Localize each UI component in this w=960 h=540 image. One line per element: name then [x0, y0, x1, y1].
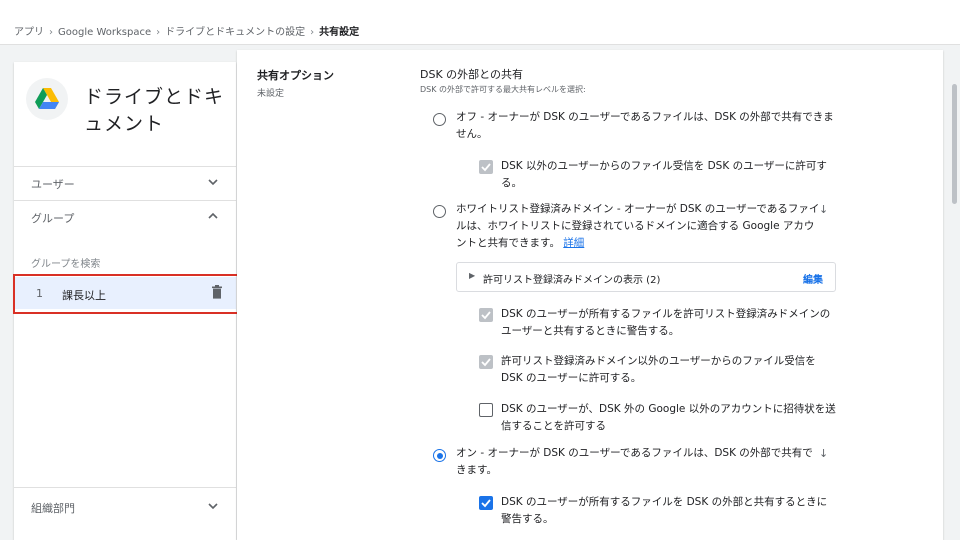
radio-on[interactable]	[433, 449, 446, 462]
group-search-input[interactable]: グループを検索	[31, 255, 100, 270]
top-bar: アプリ › Google Workspace › ドライブとドキュメントの設定 › 共有設定	[0, 0, 960, 45]
section-title: 共有オプション	[257, 69, 334, 82]
breadcrumb-workspace[interactable]: Google Workspace	[58, 27, 151, 38]
suboption-text: DSK のユーザーが所有するファイルを許可リスト登録済みドメインのユーザーと共有…	[501, 308, 831, 337]
radio-off[interactable]	[433, 113, 446, 126]
edit-button[interactable]: 編集	[803, 271, 823, 286]
checkbox-warn-allowlist	[479, 308, 493, 322]
expand-arrow-icon: ▶	[469, 271, 476, 280]
allowlist-label: 許可リスト登録済みドメインの表示 (2)	[483, 275, 661, 286]
check-icon	[481, 163, 491, 172]
checkbox-warn-external[interactable]	[479, 496, 493, 510]
suboption-text: 許可リスト登録済みドメイン以外のユーザーからのファイル受信を DSK のユーザー…	[501, 355, 816, 384]
option-whitelist-text: ホワイトリスト登録済みドメイン - オーナーが DSK のユーザーであるファイル…	[456, 203, 820, 249]
app-title: ドライブとドキュメント	[84, 86, 225, 135]
option-whitelist: ホワイトリスト登録済みドメイン - オーナーが DSK のユーザーであるファイル…	[456, 201, 821, 252]
breadcrumb-separator: ›	[156, 27, 161, 38]
nav-org-units[interactable]: 組織部門	[14, 490, 236, 524]
learn-more-link[interactable]: 詳細	[563, 237, 584, 249]
option-on-text: オン - オーナーが DSK のユーザーであるファイルは、DSK の外部で共有で…	[456, 447, 813, 476]
suboption-text: DSK のユーザーが所有するファイルを DSK の外部と共有するときに警告する。	[501, 496, 828, 525]
drive-logo	[26, 78, 68, 120]
suboption-text: DSK 以外のユーザーからのファイル受信を DSK のユーザーに許可する。	[501, 160, 827, 189]
radio-whitelist[interactable]	[433, 205, 446, 218]
check-icon	[481, 358, 491, 367]
nav-groups-label: グループ	[31, 212, 75, 225]
suboption-text: DSK のユーザーが、DSK 外の Google 以外のアカウントに招待状を送信…	[501, 403, 836, 432]
settings-panel: 共有オプション 未設定 DSK の外部との共有 DSK の外部で許可する最大共有…	[237, 50, 943, 540]
nav-users[interactable]: ユーザー	[14, 166, 236, 200]
breadcrumb-drive-settings[interactable]: ドライブとドキュメントの設定	[165, 27, 305, 38]
breadcrumb-current: 共有設定	[319, 27, 360, 38]
breadcrumb-apps[interactable]: アプリ	[14, 27, 44, 38]
chevron-down-icon	[208, 179, 218, 186]
setting-subtitle: DSK の外部で許可する最大共有レベルを選択:	[420, 85, 586, 94]
divider	[14, 487, 236, 488]
checkbox-invite-nongoogle[interactable]	[479, 403, 493, 417]
nav-org-units-label: 組織部門	[31, 502, 75, 515]
scrollbar[interactable]	[952, 84, 957, 204]
chevron-down-icon	[208, 503, 218, 510]
nav-users-label: ユーザー	[31, 178, 75, 191]
check-icon	[481, 499, 491, 508]
option-off-text: オフ - オーナーが DSK のユーザーであるファイルは、DSK の外部で共有で…	[456, 111, 834, 140]
arrow-down-icon[interactable]: ↓	[819, 203, 828, 216]
breadcrumb-separator: ›	[49, 27, 53, 38]
breadcrumb-separator: ›	[310, 27, 315, 38]
section-status: 未設定	[257, 89, 285, 99]
allowlist-box[interactable]: ▶ 許可リスト登録済みドメインの表示 (2) 編集	[456, 262, 836, 292]
setting-title: DSK の外部との共有	[420, 68, 524, 81]
chevron-up-icon	[208, 212, 218, 219]
check-icon	[481, 311, 491, 320]
checkbox-receive-external	[479, 160, 493, 174]
nav-groups[interactable]: グループ	[14, 200, 236, 234]
breadcrumb: アプリ › Google Workspace › ドライブとドキュメントの設定 › 共有設定	[14, 23, 359, 38]
arrow-down-icon[interactable]: ↓	[819, 447, 828, 460]
selection-highlight	[13, 274, 239, 314]
checkbox-receive-nonallowlist	[479, 355, 493, 369]
google-drive-icon	[35, 88, 59, 109]
